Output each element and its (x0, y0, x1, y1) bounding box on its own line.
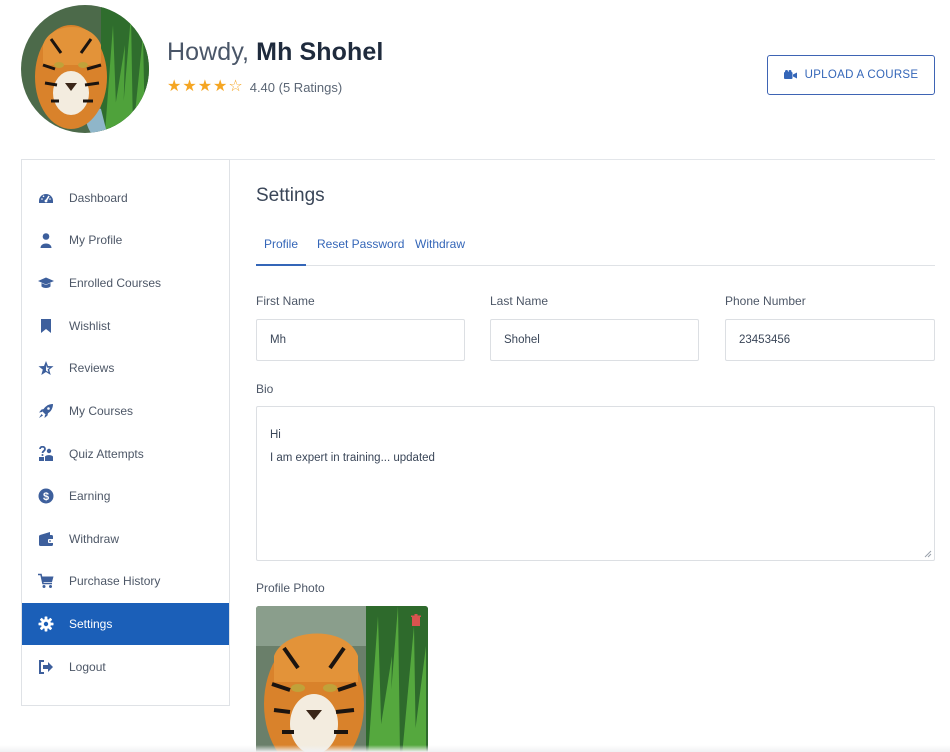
cart-icon (38, 573, 54, 589)
phone-number-field[interactable] (725, 319, 935, 361)
header-divider (229, 159, 935, 160)
bio-textarea[interactable]: Hi I am expert in training... updated (256, 406, 935, 561)
gear-icon (38, 616, 54, 632)
settings-tabs: Profile Reset Password Withdraw (256, 236, 935, 266)
upload-course-button[interactable]: UPLOAD A COURSE (767, 55, 935, 95)
tab-withdraw[interactable]: Withdraw (407, 236, 473, 265)
bio-line: I am expert in training... updated (270, 452, 435, 464)
bookmark-icon (38, 318, 54, 334)
upload-course-label: UPLOAD A COURSE (804, 69, 919, 81)
user-name: Mh Shohel (256, 38, 384, 66)
sidebar-item-enrolled-courses[interactable]: Enrolled Courses (22, 262, 229, 304)
sidebar-item-label: My Profile (69, 233, 123, 247)
sidebar-item-dashboard[interactable]: Dashboard (22, 177, 229, 219)
phone-number-label: Phone Number (725, 294, 806, 308)
first-name-field[interactable] (256, 319, 465, 361)
sidebar-item-earning[interactable]: $ Earning (22, 475, 229, 517)
sidebar-item-settings[interactable]: Settings (22, 603, 229, 645)
profile-photo[interactable] (256, 606, 428, 752)
greeting: Howdy, Mh Shohel (167, 38, 383, 67)
bio-line: Hi (270, 429, 281, 441)
greeting-prefix: Howdy, (167, 38, 250, 66)
sidebar-item-my-profile[interactable]: My Profile (22, 219, 229, 261)
page-fade (0, 745, 950, 752)
sidebar-item-label: Withdraw (69, 532, 120, 546)
sidebar-item-label: Dashboard (69, 191, 128, 205)
sidebar-item-withdraw[interactable]: Withdraw (22, 518, 229, 560)
star-full-icon: ★ (213, 78, 228, 95)
star-empty-icon: ☆ (228, 78, 243, 95)
tab-reset-password[interactable]: Reset Password (309, 236, 412, 265)
sidebar-item-label: My Courses (69, 404, 134, 418)
sidebar-item-logout[interactable]: Logout (22, 646, 229, 688)
user-icon (38, 232, 54, 248)
sidebar-item-label: Purchase History (69, 574, 161, 588)
graduation-cap-icon (38, 275, 54, 291)
sidebar-item-label: Reviews (69, 361, 115, 375)
dashboard-gauge-icon (38, 190, 54, 206)
sidebar-item-label: Quiz Attempts (69, 447, 144, 461)
logout-icon (38, 659, 54, 675)
bio-label: Bio (256, 382, 274, 396)
page-title: Settings (256, 185, 325, 206)
sidebar-item-label: Logout (69, 660, 106, 674)
avatar[interactable] (21, 5, 149, 133)
sidebar-item-reviews[interactable]: Reviews (22, 347, 229, 389)
rating-stars: ★ ★ ★ ★ ☆ (167, 79, 243, 95)
sidebar-item-purchase-history[interactable]: Purchase History (22, 560, 229, 602)
sidebar-item-label: Enrolled Courses (69, 276, 162, 290)
star-icon (38, 360, 54, 376)
rocket-icon (38, 403, 54, 419)
dollar-coin-icon: $ (38, 488, 54, 504)
video-camera-icon (783, 69, 797, 79)
tab-profile[interactable]: Profile (256, 236, 307, 266)
last-name-label: Last Name (490, 294, 549, 308)
resize-handle-icon[interactable] (924, 550, 932, 558)
profile-photo-label: Profile Photo (256, 581, 325, 595)
sidebar-item-label: Wishlist (69, 319, 111, 333)
quiz-icon (38, 446, 54, 462)
sidebar-item-quiz-attempts[interactable]: Quiz Attempts (22, 433, 229, 475)
rating-text: 4.40 (5 Ratings) (249, 79, 343, 95)
last-name-field[interactable] (490, 319, 699, 361)
sidebar-item-wishlist[interactable]: Wishlist (22, 305, 229, 347)
sidebar-item-my-courses[interactable]: My Courses (22, 390, 229, 432)
star-full-icon: ★ (182, 78, 197, 95)
sidebar-item-label: Earning (69, 489, 111, 503)
star-full-icon: ★ (167, 78, 182, 95)
sidebar-item-label: Settings (69, 617, 113, 631)
sidebar: Dashboard My Profile Enrolled Courses Wi… (21, 159, 230, 706)
star-full-icon: ★ (197, 78, 213, 95)
wallet-icon (38, 531, 54, 547)
svg-text:$: $ (43, 491, 49, 503)
delete-photo-icon[interactable] (410, 614, 422, 626)
first-name-label: First Name (256, 294, 315, 308)
rating: ★ ★ ★ ★ ☆ 4.40 (5 Ratings) (167, 79, 342, 95)
